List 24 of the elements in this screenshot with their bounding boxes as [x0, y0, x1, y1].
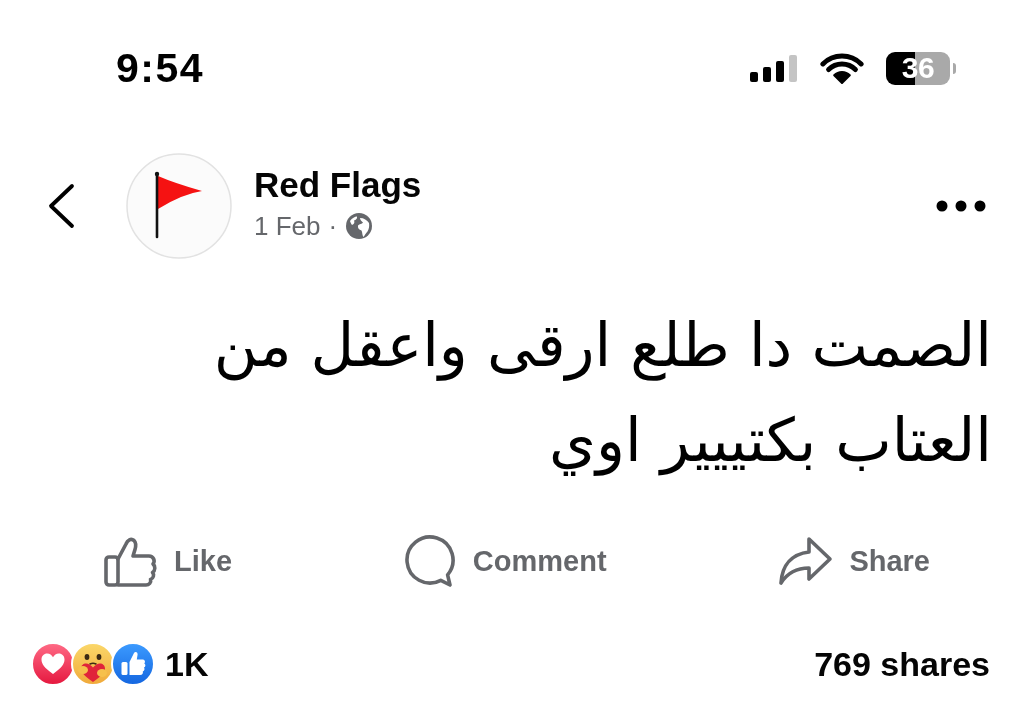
- post-text: الصمت دا طلع ارقى واعقل من العتاب بكتييير اوي: [212, 309, 992, 478]
- thumbs-up-reaction-icon: [111, 642, 155, 686]
- share-arrow-icon: [777, 536, 834, 586]
- back-chevron-icon: [46, 183, 76, 229]
- wifi-icon: [820, 52, 864, 84]
- hugging-heart-emoji-icon: [71, 642, 115, 686]
- page-name[interactable]: Red Flags: [254, 164, 422, 205]
- globe-icon: [345, 212, 374, 240]
- shares-count[interactable]: 769 shares: [814, 644, 990, 684]
- post-date: 1 Feb: [254, 210, 321, 242]
- more-options-button[interactable]: [936, 200, 986, 212]
- more-dots-icon: [936, 200, 986, 212]
- speech-bubble-icon: [402, 534, 457, 588]
- reaction-count[interactable]: 1K: [165, 644, 209, 684]
- thumbs-up-icon: [104, 535, 158, 587]
- flag-avatar[interactable]: [126, 153, 232, 259]
- post-action-button[interactable]: Share: [777, 536, 930, 586]
- back-button[interactable]: [46, 183, 76, 229]
- heart-reaction-icon: [31, 642, 75, 686]
- post-action-button[interactable]: Like: [104, 535, 233, 587]
- status-time: 9:54: [116, 44, 205, 92]
- separator-dot: ·: [328, 210, 338, 242]
- signal-icon: [750, 54, 798, 82]
- post-action-button[interactable]: Comment: [402, 534, 607, 588]
